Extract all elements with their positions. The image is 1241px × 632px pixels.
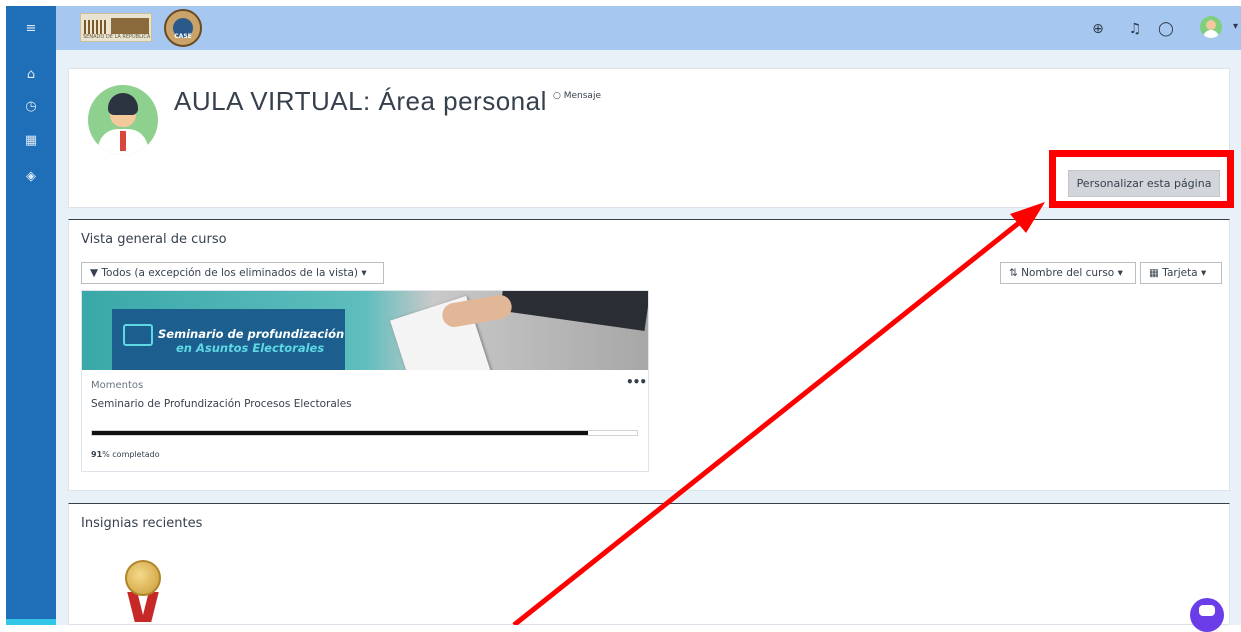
- courses-icon[interactable]: ◈: [24, 170, 38, 184]
- institution-seal-logo[interactable]: CASE: [164, 9, 202, 47]
- course-menu-icon[interactable]: •••: [626, 375, 647, 389]
- course-card[interactable]: Seminario de profundización en Asuntos E…: [81, 290, 649, 472]
- course-filter-dropdown[interactable]: ▼ Todos (a excepción de los eliminados d…: [81, 262, 384, 284]
- user-avatar[interactable]: [1200, 16, 1222, 38]
- recent-badges-block: Insignias recientes: [68, 503, 1230, 625]
- messages-icon[interactable]: ◯: [1158, 21, 1174, 37]
- page-title: AULA VIRTUAL: Área personal: [174, 86, 547, 116]
- top-navbar: SENADO DE LA REPÚBLICA CASE ⊕ ♫ ◯ ▾: [56, 6, 1241, 50]
- progress-fill: [92, 431, 588, 435]
- medal-badge-icon[interactable]: [123, 560, 163, 626]
- course-image[interactable]: Seminario de profundización en Asuntos E…: [82, 291, 648, 370]
- calendar-icon[interactable]: ▦: [24, 134, 38, 148]
- view-label: Tarjeta: [1162, 267, 1198, 279]
- sort-icon: ⇅: [1009, 267, 1018, 279]
- dashboard-icon[interactable]: ◷: [24, 100, 38, 114]
- chat-widget-button[interactable]: [1190, 598, 1224, 632]
- senado-logo[interactable]: SENADO DE LA REPÚBLICA: [80, 13, 152, 42]
- sidebar-nav: ≡ ⌂ ◷ ▦ ◈: [6, 6, 56, 625]
- course-sort-dropdown[interactable]: ⇅ Nombre del curso ▾: [1000, 262, 1136, 284]
- message-icon: ○: [553, 91, 561, 101]
- progress-text: 91% completado: [91, 450, 160, 459]
- sidebar-accent: [6, 619, 56, 625]
- filter-icon: ▼: [90, 267, 99, 279]
- menu-icon[interactable]: ≡: [24, 22, 38, 36]
- chat-icon: [1199, 605, 1215, 616]
- highlight-annotation-box: [1049, 150, 1234, 208]
- course-view-dropdown[interactable]: ▦ Tarjeta ▾: [1140, 262, 1222, 284]
- ballot-box-icon: [123, 324, 153, 346]
- home-icon[interactable]: ⌂: [24, 68, 38, 82]
- course-progress-bar: [91, 430, 638, 436]
- course-name-link[interactable]: Seminario de Profundización Procesos Ele…: [91, 398, 352, 410]
- message-label: Mensaje: [563, 91, 601, 101]
- chevron-down-icon[interactable]: ▾: [1233, 21, 1238, 32]
- profile-avatar: [88, 85, 158, 155]
- chevron-down-icon: ▾: [1200, 267, 1207, 279]
- chevron-down-icon: ▾: [1117, 267, 1123, 279]
- recent-badges-title: Insignias recientes: [81, 516, 203, 531]
- course-overview-block: Vista general de curso ▼ Todos (a excepc…: [68, 219, 1230, 491]
- course-overview-title: Vista general de curso: [81, 232, 227, 247]
- grid-icon: ▦: [1149, 267, 1159, 279]
- course-banner: Seminario de profundización en Asuntos E…: [112, 309, 345, 370]
- filter-label: Todos (a excepción de los eliminados de …: [101, 267, 358, 279]
- course-category: Momentos: [91, 380, 144, 391]
- chevron-down-icon: ▾: [361, 267, 367, 279]
- sort-label: Nombre del curso: [1021, 267, 1115, 279]
- language-icon[interactable]: ⊕: [1090, 21, 1106, 37]
- message-link[interactable]: ○ Mensaje: [553, 91, 601, 101]
- notification-icon[interactable]: ♫: [1127, 21, 1143, 37]
